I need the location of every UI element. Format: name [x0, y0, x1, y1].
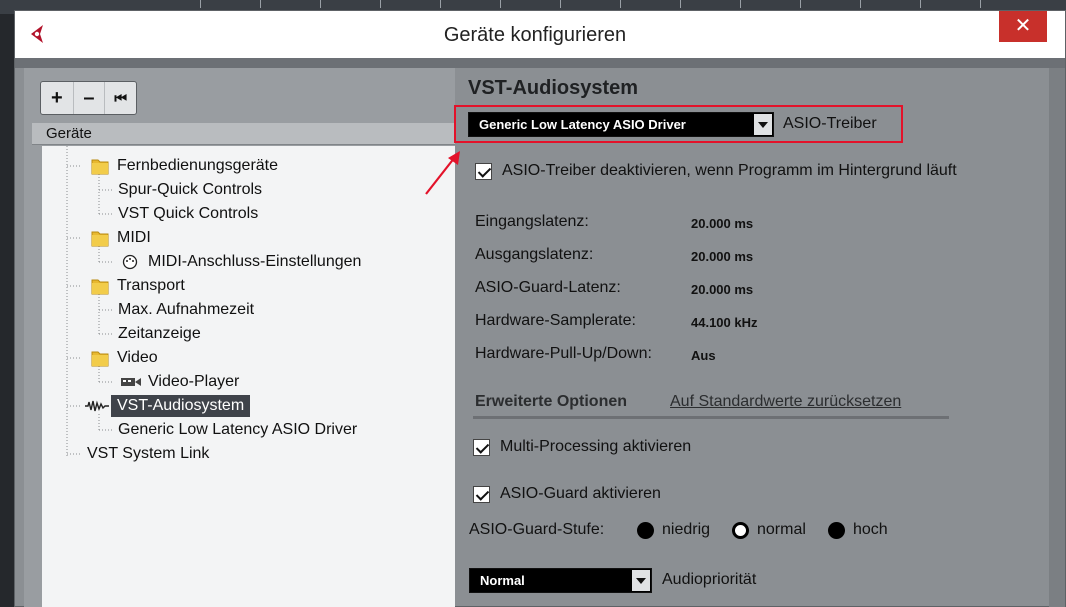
timeline-tick — [860, 0, 861, 8]
tree-item-video[interactable]: Video — [117, 347, 158, 369]
device-tree-panel: + – ⏮ Geräte Fernbedienungsgeräte Spur-Q… — [24, 68, 455, 607]
add-device-button[interactable]: + — [41, 82, 73, 114]
multiprocessing-row[interactable]: Multi-Processing aktivieren — [473, 438, 691, 456]
asio-guard-latency-value: 20.000 ms — [691, 282, 754, 297]
annotation-arrow-icon — [425, 151, 460, 195]
tree-item-vst-system-link[interactable]: VST System Link — [87, 443, 209, 465]
folder-icon — [91, 351, 109, 367]
timeline-tick — [440, 0, 441, 8]
dialog-right-edge — [1049, 68, 1065, 607]
tree-item-video-player[interactable]: Video-Player — [148, 371, 239, 393]
tree-toolbar: + – ⏮ — [40, 81, 137, 115]
timeline-tick — [740, 0, 741, 8]
stage-option-label: niedrig — [662, 521, 711, 538]
folder-icon — [91, 159, 109, 175]
tree-column-header: Geräte — [32, 123, 455, 145]
remove-device-button[interactable]: – — [72, 82, 105, 114]
tree-item-vst-audiosystem[interactable]: VST-Audiosystem — [111, 395, 251, 417]
audio-priority-value: Normal — [480, 573, 525, 588]
section-title: VST-Audiosystem — [468, 77, 639, 99]
advanced-options-title: Erweiterte Optionen — [475, 393, 628, 410]
timeline-tick — [260, 0, 261, 8]
tree-item-generic-asio-driver[interactable]: Generic Low Latency ASIO Driver — [118, 419, 357, 441]
timeline-tick — [680, 0, 681, 8]
asio-driver-select[interactable]: Generic Low Latency ASIO Driver — [468, 112, 774, 137]
multiprocessing-checkbox[interactable] — [473, 438, 490, 456]
multiprocessing-label: Multi-Processing aktivieren — [500, 438, 692, 455]
folder-icon — [91, 279, 109, 295]
tree-item-midi-anschluss-einstellungen[interactable]: MIDI-Anschluss-Einstellungen — [148, 251, 361, 273]
timeline-tick — [980, 0, 981, 8]
audio-waveform-icon — [85, 400, 109, 412]
tree-item-zeitanzeige[interactable]: Zeitanzeige — [118, 323, 201, 345]
radio-button[interactable] — [637, 521, 654, 539]
tree-item-max-aufnahmezeit[interactable]: Max. Aufnahmezeit — [118, 299, 254, 321]
window-title: Geräte konfigurieren — [443, 24, 627, 46]
timeline-tick — [200, 0, 201, 8]
tree-item-midi[interactable]: MIDI — [117, 227, 151, 249]
audio-priority-label: Audiopriorität — [662, 571, 757, 588]
asio-guard-latency-label: ASIO-Guard-Latenz: — [475, 279, 621, 296]
chevron-down-icon — [754, 114, 772, 135]
timeline-tick — [380, 0, 381, 8]
deactivate-driver-label: ASIO-Treiber deaktivieren, wenn Programm… — [502, 162, 957, 179]
hardware-samplerate-value: 44.100 kHz — [691, 315, 758, 330]
tree-item-vst-quick-controls[interactable]: VST Quick Controls — [118, 203, 258, 225]
deactivate-driver-checkbox[interactable] — [475, 162, 492, 180]
hardware-samplerate-label: Hardware-Samplerate: — [475, 312, 636, 329]
stage-option-normal[interactable]: normal — [732, 521, 806, 539]
radio-button[interactable] — [828, 521, 845, 539]
tree-item-transport[interactable]: Transport — [117, 275, 185, 297]
close-button[interactable]: ✕ — [999, 11, 1047, 42]
asio-driver-label: ASIO-Treiber — [783, 115, 877, 132]
timeline-tick — [320, 0, 321, 8]
asio-driver-value: Generic Low Latency ASIO Driver — [479, 117, 686, 132]
hardware-pullup-value: Aus — [691, 348, 716, 363]
audio-priority-select[interactable]: Normal — [469, 568, 652, 593]
midi-port-icon — [122, 254, 138, 270]
title-bar[interactable]: Geräte konfigurieren ✕ — [15, 11, 1065, 58]
tree-item-fernbedienungsgeraete[interactable]: Fernbedienungsgeräte — [117, 155, 278, 177]
device-tree: Fernbedienungsgeräte Spur-Quick Controls… — [42, 146, 455, 607]
chevron-down-icon — [632, 570, 650, 591]
device-config-dialog: Geräte konfigurieren ✕ + – ⏮ Geräte Fern… — [14, 10, 1066, 607]
output-latency-label: Ausgangslatenz: — [475, 246, 594, 263]
dialog-divider — [15, 58, 1065, 68]
input-latency-value: 20.000 ms — [691, 216, 754, 231]
output-latency-value: 20.000 ms — [691, 249, 754, 264]
deactivate-driver-row[interactable]: ASIO-Treiber deaktivieren, wenn Programm… — [475, 162, 957, 180]
video-player-icon — [121, 378, 141, 386]
timeline-tick — [800, 0, 801, 8]
tree-item-spur-quick-controls[interactable]: Spur-Quick Controls — [118, 179, 262, 201]
reset-device-button[interactable]: ⏮ — [104, 82, 136, 114]
asio-guard-stage-label: ASIO-Guard-Stufe: — [469, 521, 605, 538]
reset-defaults-link[interactable]: Auf Standardwerte zurücksetzen — [670, 393, 901, 411]
stage-option-niedrig[interactable]: niedrig — [637, 521, 710, 539]
radio-button-selected[interactable] — [732, 521, 749, 539]
timeline-tick — [500, 0, 501, 8]
asio-guard-checkbox[interactable] — [473, 485, 490, 503]
input-latency-label: Eingangslatenz: — [475, 213, 589, 230]
asio-guard-row[interactable]: ASIO-Guard aktivieren — [473, 485, 661, 503]
timeline-tick — [560, 0, 561, 8]
asio-guard-label: ASIO-Guard aktivieren — [500, 485, 661, 502]
folder-icon — [91, 231, 109, 247]
stage-option-label: hoch — [853, 521, 888, 538]
timeline-tick — [920, 0, 921, 8]
hardware-pullup-label: Hardware-Pull-Up/Down: — [475, 345, 652, 362]
stage-option-hoch[interactable]: hoch — [828, 521, 888, 539]
advanced-divider — [473, 416, 949, 419]
timeline-tick — [620, 0, 621, 8]
stage-option-label: normal — [757, 521, 806, 538]
